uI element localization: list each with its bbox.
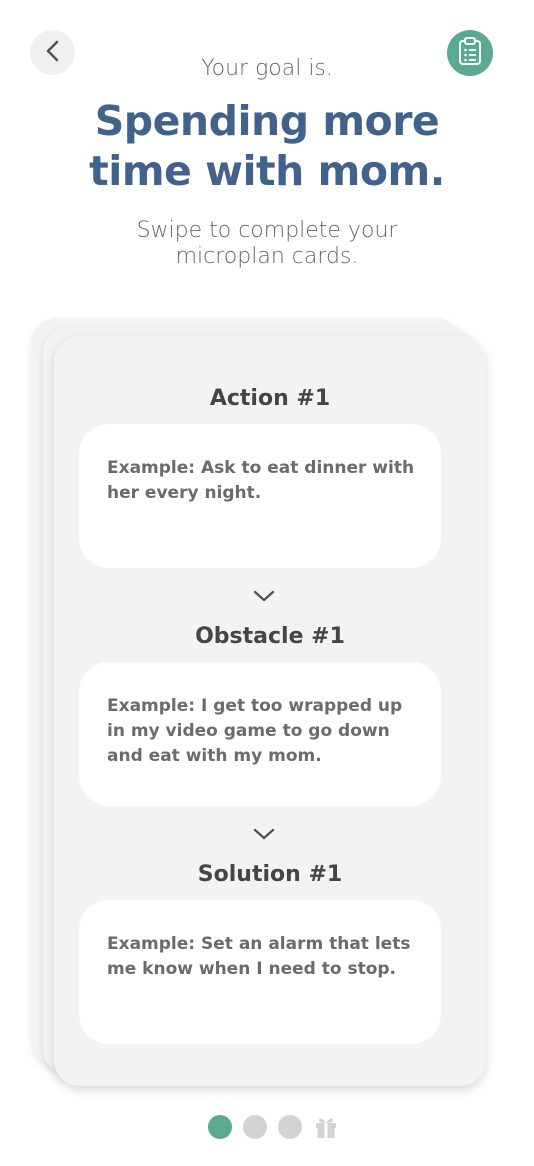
gift-icon[interactable] <box>313 1114 339 1140</box>
pagination <box>208 1114 339 1140</box>
page-dot-3[interactable] <box>278 1115 302 1139</box>
page-dot-2[interactable] <box>243 1115 267 1139</box>
chevron-down-icon <box>253 828 275 840</box>
action-title: Action #1 <box>209 386 331 411</box>
solution-field[interactable]: Example: Set an alarm that lets me know … <box>79 900 441 1044</box>
obstacle-title: Obstacle #1 <box>195 624 345 649</box>
action-field[interactable]: Example: Ask to eat dinner with her ever… <box>79 424 441 568</box>
chevron-down-icon <box>253 590 275 602</box>
solution-title: Solution #1 <box>197 862 343 887</box>
solution-placeholder: Example: Set an alarm that lets me know … <box>107 934 411 979</box>
obstacle-placeholder: Example: I get too wrapped up in my vide… <box>107 696 403 766</box>
obstacle-field[interactable]: Example: I get too wrapped up in my vide… <box>79 662 441 806</box>
goal-title: Spending more time with mom. <box>89 97 445 195</box>
swipe-instruction: Swipe to complete your microplan cards. <box>136 218 398 269</box>
page-dot-1[interactable] <box>208 1115 232 1139</box>
goal-intro: Your goal is. <box>201 56 333 81</box>
microplan-card[interactable]: Action #1 Example: Ask to eat dinner wit… <box>54 336 486 1086</box>
action-placeholder: Example: Ask to eat dinner with her ever… <box>107 458 415 503</box>
